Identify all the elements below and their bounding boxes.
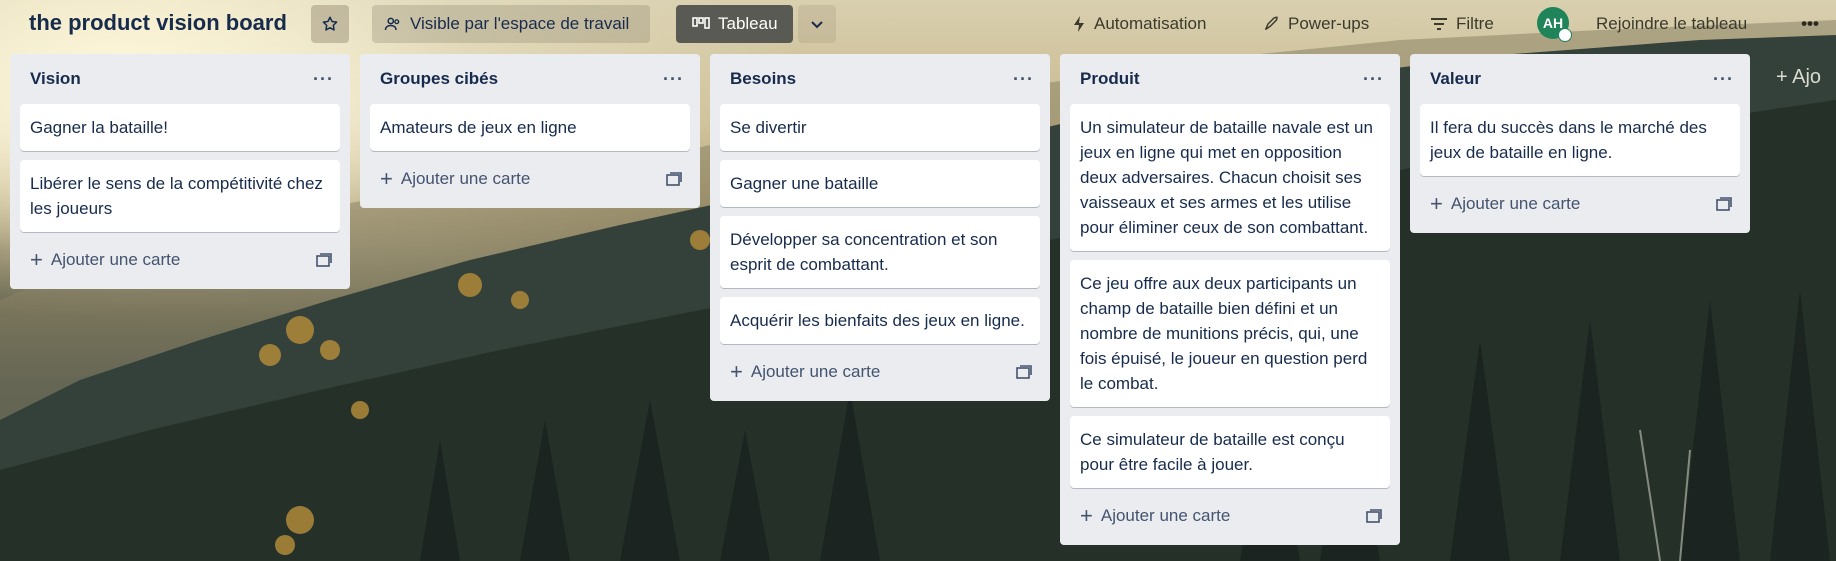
list-header: Besoins ··· [720,54,1040,104]
list-menu-icon[interactable]: ··· [1013,70,1034,88]
card[interactable]: Gagner une bataille [720,160,1040,207]
card-template-icon[interactable] [316,253,332,267]
list-header: Groupes cibés ··· [370,54,690,104]
plus-icon: + [380,166,393,191]
add-card-button[interactable]: + Ajouter une carte [1420,185,1740,223]
automation-button[interactable]: Automatisation [1062,5,1228,43]
automation-label: Automatisation [1094,14,1207,33]
add-list-button[interactable]: + Ajo [1776,66,1821,89]
plus-icon: + [1080,503,1093,528]
powerups-button[interactable]: Power-ups [1254,5,1384,43]
star-button[interactable] [311,5,349,43]
list-title[interactable]: Besoins [730,69,796,89]
card-template-icon[interactable] [1366,509,1382,523]
card[interactable]: Amateurs de jeux en ligne [370,104,690,151]
add-card-label: Ajouter une carte [750,362,881,381]
filter-button[interactable]: Filtre [1422,5,1512,43]
plus-icon: + [1430,191,1443,216]
board-view-label: Tableau [718,14,778,33]
add-card-label: Ajouter une carte [50,250,181,269]
card[interactable]: Un simulateur de bataille navale est un … [1070,104,1390,251]
visibility-button[interactable]: Visible par l'espace de travail [372,5,650,43]
list-menu-icon[interactable]: ··· [313,70,334,88]
list-header: Valeur ··· [1420,54,1740,104]
plus-icon: + [30,247,43,272]
list-header: Vision ··· [20,54,340,104]
powerups-label: Power-ups [1288,14,1370,33]
list-groupes-cibes: Groupes cibés ··· Amateurs de jeux en li… [360,54,700,208]
add-card-label: Ajouter une carte [1100,506,1231,525]
board-icon [692,17,710,29]
add-card-button[interactable]: + Ajouter une carte [370,160,690,198]
card[interactable]: Ce jeu offre aux deux participants un ch… [1070,260,1390,407]
plus-icon: + [730,359,743,384]
more-icon: ••• [1801,14,1819,33]
board-title[interactable]: the product vision board [29,10,287,36]
join-board-label: Rejoindre le tableau [1596,14,1748,33]
filter-label: Filtre [1456,14,1494,33]
more-options-button[interactable]: ••• [1790,5,1830,43]
card-template-icon[interactable] [666,172,682,186]
card-template-icon[interactable] [1016,365,1032,379]
list-title[interactable]: Valeur [1430,69,1481,89]
lightning-icon [1074,16,1084,32]
card[interactable]: Gagner la bataille! [20,104,340,151]
list-title[interactable]: Produit [1080,69,1140,89]
chevron-down-icon [811,21,823,29]
list-vision: Vision ··· Gagner la bataille! Libérer l… [10,54,350,289]
rocket-icon [1265,16,1278,30]
filter-icon [1431,18,1447,30]
card[interactable]: Se divertir [720,104,1040,151]
add-card-button[interactable]: + Ajouter une carte [720,353,1040,391]
list-menu-icon[interactable]: ··· [663,70,684,88]
list-valeur: Valeur ··· Il fera du succès dans le mar… [1410,54,1750,233]
list-menu-icon[interactable]: ··· [1363,70,1384,88]
card[interactable]: Acquérir les bienfaits des jeux en ligne… [720,297,1040,344]
avatar[interactable]: AH [1537,7,1572,42]
visibility-label: Visible par l'espace de travail [410,14,630,33]
list-produit: Produit ··· Un simulateur de bataille na… [1060,54,1400,545]
card[interactable]: Développer sa concentration et son espri… [720,216,1040,288]
board-header: the product vision board Visible par l'e… [0,0,1836,48]
list-title[interactable]: Groupes cibés [380,69,498,89]
star-icon [322,16,338,31]
add-card-label: Ajouter une carte [1450,194,1581,213]
add-card-button[interactable]: + Ajouter une carte [20,241,340,279]
join-board-button[interactable]: Rejoindre le tableau [1586,5,1776,43]
card-template-icon[interactable] [1716,197,1732,211]
card[interactable]: Il fera du succès dans le marché des jeu… [1420,104,1740,176]
add-card-button[interactable]: + Ajouter une carte [1070,497,1390,535]
list-header: Produit ··· [1070,54,1390,104]
admin-badge-icon [1558,28,1572,42]
list-title[interactable]: Vision [30,69,81,89]
list-menu-icon[interactable]: ··· [1713,70,1734,88]
card[interactable]: Ce simulateur de bataille est conçu pour… [1070,416,1390,488]
board-view-button[interactable]: Tableau [676,5,793,43]
list-besoins: Besoins ··· Se divertir Gagner une batai… [710,54,1050,401]
views-dropdown-button[interactable] [798,5,836,43]
add-card-label: Ajouter une carte [400,169,531,188]
card[interactable]: Libérer le sens de la compétitivité chez… [20,160,340,232]
people-icon [384,17,400,31]
